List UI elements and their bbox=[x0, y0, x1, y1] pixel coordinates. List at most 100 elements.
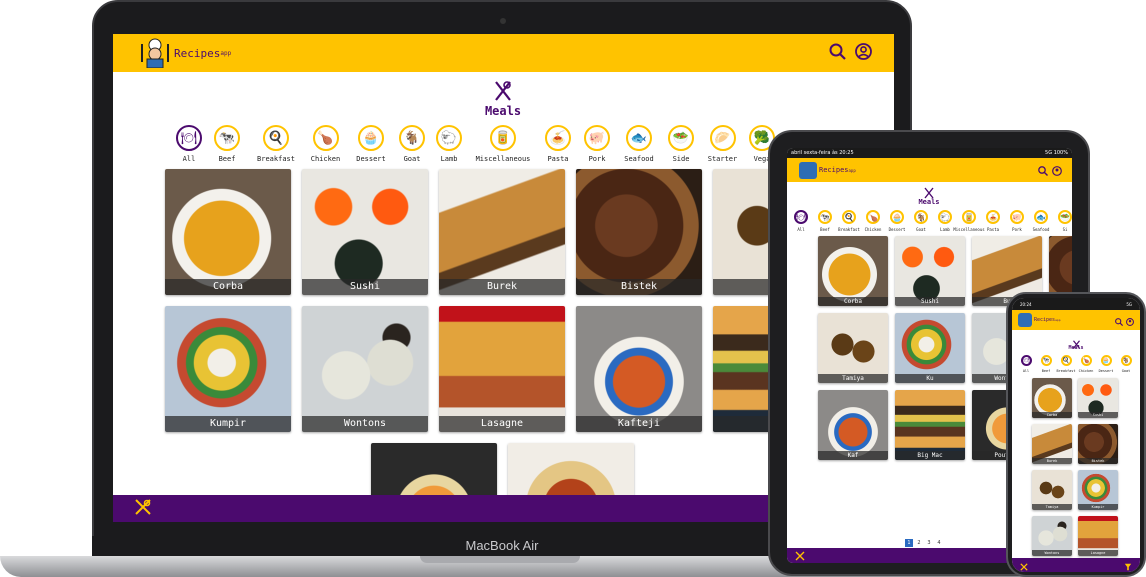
tablet-meal-card[interactable]: Ku bbox=[895, 313, 965, 383]
phone-category-chicken[interactable]: 🍗 Chicken bbox=[1076, 355, 1096, 373]
meal-card[interactable]: Kafteji bbox=[576, 306, 702, 432]
category-breakfast-icon: 🍳 bbox=[263, 125, 289, 151]
phone-meal-card[interactable]: Sushi bbox=[1078, 378, 1118, 418]
meal-name: Lasagne bbox=[439, 416, 565, 432]
phone-meal-card[interactable]: Corba bbox=[1032, 378, 1072, 418]
category-label: Side bbox=[672, 155, 690, 163]
meal-card[interactable]: Burek bbox=[439, 169, 565, 295]
tablet-category-si[interactable]: 🥗 Si bbox=[1053, 210, 1072, 232]
phone-meal-card[interactable]: Burek bbox=[1032, 424, 1072, 464]
phone-meal-card[interactable]: Bistek bbox=[1078, 424, 1118, 464]
tablet-status-signal: 5G 100% bbox=[1045, 150, 1068, 156]
phone-category-beef[interactable]: 🐄 Beef bbox=[1036, 355, 1056, 373]
tablet-category-pork[interactable]: 🐖 Pork bbox=[1005, 210, 1029, 232]
category-chicken[interactable]: 🍗 Chicken bbox=[303, 125, 348, 163]
phone-status-signal: 5G bbox=[1126, 301, 1132, 307]
profile-icon[interactable] bbox=[855, 42, 872, 64]
tablet-category-label: Seafood bbox=[1032, 227, 1050, 232]
tablet-drink-icon[interactable] bbox=[795, 546, 805, 563]
phone-meal-card[interactable]: Wontons bbox=[1032, 516, 1072, 556]
laptop-camera bbox=[500, 18, 506, 24]
phone-category-goat[interactable]: 🐐 Goat bbox=[1116, 355, 1136, 373]
tablet-category-goat[interactable]: 🐐 Goat bbox=[909, 210, 933, 232]
phone-meal-name: Tamiya bbox=[1032, 504, 1072, 510]
phone-meal-name: Wontons bbox=[1032, 550, 1072, 556]
category-all[interactable]: 🍽 All bbox=[173, 125, 205, 163]
phone-category-goat-icon: 🐐 bbox=[1120, 355, 1132, 366]
tablet-status-time: abril sexta-feira às 20:25 bbox=[791, 150, 854, 156]
category-goat[interactable]: 🐐 Goat bbox=[394, 125, 430, 163]
chef-logo-icon bbox=[139, 38, 171, 69]
phone-meal-card[interactable]: Kumpir bbox=[1078, 470, 1118, 510]
meal-name: Sushi bbox=[302, 279, 428, 295]
meal-card[interactable]: Sushi bbox=[302, 169, 428, 295]
tablet-status-bar: abril sexta-feira às 20:25 5G 100% bbox=[787, 148, 1072, 158]
category-pasta[interactable]: 🍝 Pasta bbox=[538, 125, 578, 163]
category-miscellaneous[interactable]: 🥫 Miscellaneous bbox=[468, 125, 538, 163]
tablet-category-breakfast[interactable]: 🍳 Breakfast bbox=[837, 210, 861, 232]
category-goat-icon: 🐐 bbox=[399, 125, 425, 151]
category-side[interactable]: 🥗 Side bbox=[662, 125, 700, 163]
tablet-category-label: Goat bbox=[916, 227, 926, 232]
meal-card[interactable]: Kumpir bbox=[165, 306, 291, 432]
tablet-category-dessert[interactable]: 🧁 Dessert bbox=[885, 210, 909, 232]
phone-meal-card[interactable]: Lasagne bbox=[1078, 516, 1118, 556]
phone-app-name: Recipes bbox=[1034, 317, 1056, 323]
phone-app-logo[interactable]: Recipes app bbox=[1018, 313, 1061, 327]
tablet-profile-icon[interactable] bbox=[1052, 161, 1062, 180]
tablet-category-label: Breakfast bbox=[838, 227, 860, 232]
phone-category-all[interactable]: 🍽 All bbox=[1016, 355, 1036, 373]
meal-card[interactable]: Wontons bbox=[302, 306, 428, 432]
tablet-search-icon[interactable] bbox=[1038, 161, 1048, 180]
tablet-header-actions bbox=[1038, 161, 1062, 180]
tablet-category-lamb-icon: 🐑 bbox=[938, 210, 952, 224]
tablet-category-miscellaneous[interactable]: 🥫 Miscellaneous bbox=[953, 210, 985, 232]
tablet-meal-card[interactable]: Kaf bbox=[818, 390, 888, 460]
phone-profile-icon[interactable] bbox=[1126, 311, 1134, 330]
tablet-category-seafood[interactable]: 🐟 Seafood bbox=[1029, 210, 1053, 232]
tablet-category-label: Beef bbox=[820, 227, 830, 232]
tablet-category-pasta[interactable]: 🍝 Pasta bbox=[981, 210, 1005, 232]
tablet-category-beef[interactable]: 🐄 Beef bbox=[813, 210, 837, 232]
tablet-page-button[interactable]: 2 bbox=[915, 539, 923, 547]
category-seafood[interactable]: 🐟 Seafood bbox=[616, 125, 662, 163]
category-breakfast[interactable]: 🍳 Breakfast bbox=[249, 125, 303, 163]
search-icon[interactable] bbox=[829, 43, 846, 64]
category-pork[interactable]: 🐖 Pork bbox=[578, 125, 616, 163]
tablet-meal-card[interactable]: Tamiya bbox=[818, 313, 888, 383]
tablet-category-pasta-icon: 🍝 bbox=[986, 210, 1000, 224]
tablet-category-all-icon: 🍽 bbox=[794, 210, 808, 224]
category-beef[interactable]: 🐄 Beef bbox=[205, 125, 249, 163]
tablet-page-button[interactable]: 3 bbox=[925, 539, 933, 547]
phone-category-label: All bbox=[1022, 369, 1030, 373]
meal-card[interactable]: Bistek bbox=[576, 169, 702, 295]
phone-filter-icon[interactable] bbox=[1124, 556, 1132, 573]
category-dessert[interactable]: 🧁 Dessert bbox=[348, 125, 394, 163]
phone-meal-card[interactable]: Tamiya bbox=[1032, 470, 1072, 510]
tablet-category-all[interactable]: 🍽 All bbox=[789, 210, 813, 232]
phone-category-chicken-icon: 🍗 bbox=[1080, 355, 1092, 366]
phone-category-label: Breakfast bbox=[1056, 369, 1076, 373]
tablet-meal-card[interactable]: Corba bbox=[818, 236, 888, 306]
category-side-icon: 🥗 bbox=[668, 125, 694, 151]
category-lamb[interactable]: 🐑 Lamb bbox=[430, 125, 468, 163]
tablet-page-button[interactable]: 1 bbox=[905, 539, 913, 547]
phone-drink-icon[interactable] bbox=[1020, 556, 1028, 573]
tablet-category-chicken[interactable]: 🍗 Chicken bbox=[861, 210, 885, 232]
drink-icon[interactable] bbox=[133, 497, 153, 521]
phone-category-dessert[interactable]: 🧁 Dessert bbox=[1096, 355, 1116, 373]
phone-meal-grid: Corba Sushi Burek Bistek Tamiya Kumpir Wontons… bbox=[1032, 378, 1118, 556]
tablet-meal-card[interactable]: Big Mac bbox=[895, 390, 965, 460]
tablet-app-logo[interactable]: Recipes app bbox=[799, 161, 856, 179]
category-starter[interactable]: 🥟 Starter bbox=[700, 125, 745, 163]
phone-category-breakfast[interactable]: 🍳 Breakfast bbox=[1056, 355, 1076, 373]
meal-card[interactable]: Lasagne bbox=[439, 306, 565, 432]
tablet-meal-card[interactable]: Sushi bbox=[895, 236, 965, 306]
phone-search-icon[interactable] bbox=[1115, 311, 1124, 330]
category-label: Breakfast bbox=[257, 155, 295, 163]
tablet-page-button[interactable]: 4 bbox=[935, 539, 943, 547]
category-label: All bbox=[182, 155, 196, 163]
app-logo[interactable]: Recipes app bbox=[139, 38, 231, 69]
meal-card[interactable]: Corba bbox=[165, 169, 291, 295]
meal-name: Kafteji bbox=[576, 416, 702, 432]
